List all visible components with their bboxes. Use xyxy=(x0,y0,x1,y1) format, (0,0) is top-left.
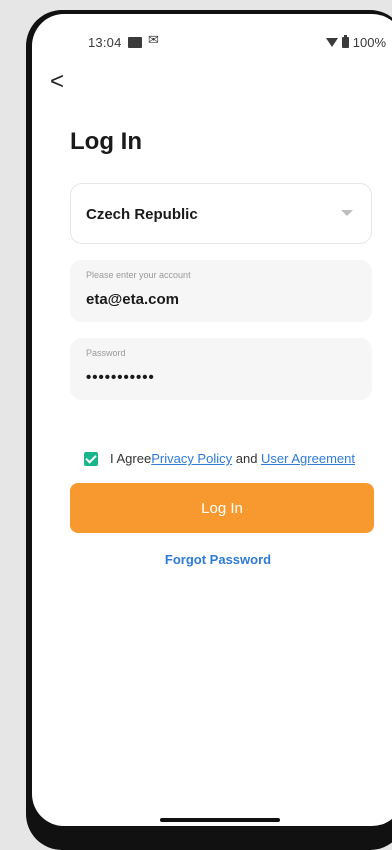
login-screen: 13:04 ✉ 100% < Log In Czech Republic Ple… xyxy=(32,14,392,826)
password-value[interactable]: ••••••••••• xyxy=(86,369,155,386)
notification-icon xyxy=(128,37,142,48)
agree-text: I Agree xyxy=(110,451,152,466)
mail-icon: ✉ xyxy=(148,32,159,47)
privacy-policy-link[interactable]: Privacy Policy xyxy=(151,451,232,466)
status-time: 13:04 xyxy=(88,35,122,50)
status-bar: 13:04 ✉ 100% xyxy=(32,14,392,50)
chevron-left-icon[interactable]: < xyxy=(50,68,64,95)
battery-text: 100% xyxy=(352,35,386,50)
login-button[interactable]: Log In xyxy=(70,483,374,533)
caret-down-icon[interactable] xyxy=(341,210,353,216)
password-field[interactable]: Password ••••••••••• xyxy=(70,338,372,400)
status-right: 100% xyxy=(325,35,386,50)
page-title: Log In xyxy=(70,128,142,155)
back-button[interactable]: < xyxy=(50,70,64,94)
user-agreement-link[interactable]: User Agreement xyxy=(261,451,355,466)
country-select[interactable]: Czech Republic xyxy=(70,183,372,244)
agreement-row: I Agree Privacy Policy and User Agreemen… xyxy=(84,451,355,466)
wifi-icon xyxy=(325,38,338,47)
battery-icon xyxy=(341,35,349,48)
and-text: and xyxy=(232,451,262,466)
account-field[interactable]: Please enter your account eta@eta.com xyxy=(70,260,372,322)
account-value[interactable]: eta@eta.com xyxy=(86,291,179,308)
home-indicator[interactable] xyxy=(160,818,280,822)
account-placeholder: Please enter your account xyxy=(86,270,191,280)
password-placeholder: Password xyxy=(86,348,126,358)
country-value: Czech Republic xyxy=(86,206,198,223)
forgot-password-link[interactable]: Forgot Password xyxy=(32,552,392,567)
agree-checkbox[interactable] xyxy=(84,451,98,466)
